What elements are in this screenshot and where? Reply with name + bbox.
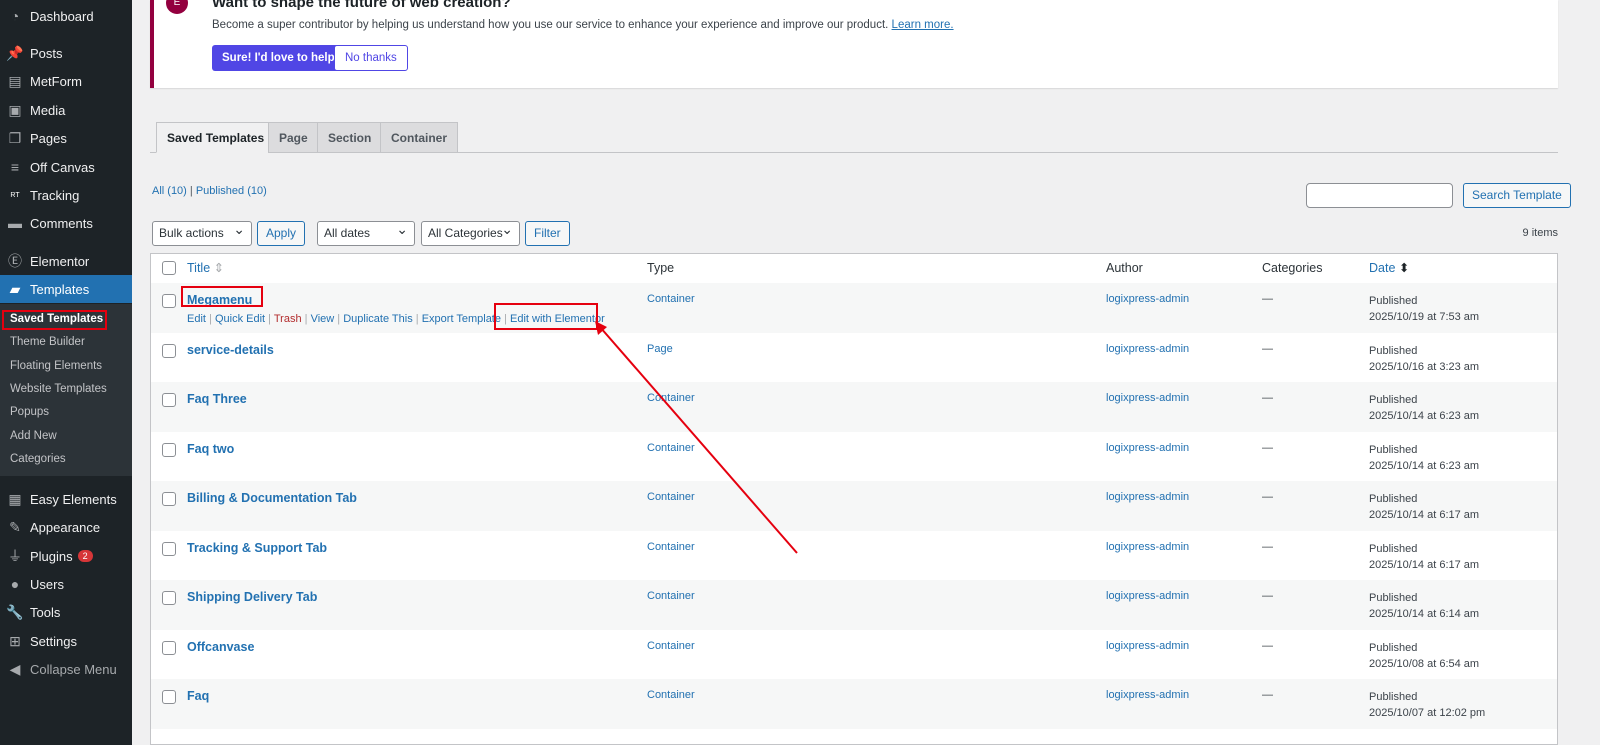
annotation-arrow [0, 0, 1600, 745]
